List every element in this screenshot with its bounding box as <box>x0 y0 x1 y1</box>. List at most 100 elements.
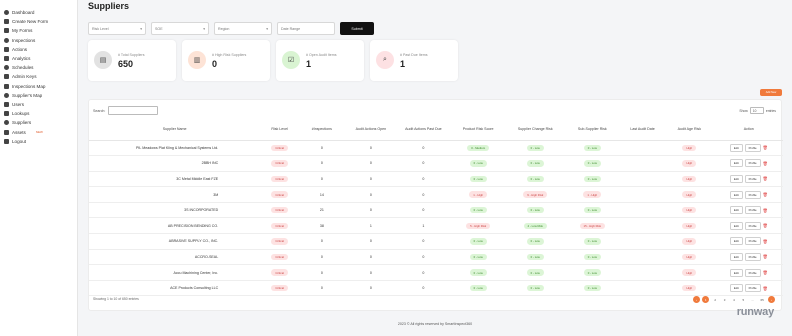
supplier-name[interactable]: 3M <box>89 186 261 203</box>
sub-supplier-risk-cell: 0 - Low <box>563 249 621 266</box>
column-header[interactable]: Action <box>714 120 783 141</box>
stat-cards: ▤ # Total Suppliers 650 ▥ # High Risk Suppli… <box>88 40 458 81</box>
column-header[interactable]: Supplier Name <box>89 120 261 141</box>
profile-button[interactable]: Profile <box>744 143 761 152</box>
profile-button[interactable]: Profile <box>744 174 761 183</box>
prev-page-button[interactable]: ‹ <box>692 296 700 303</box>
sidebar-item-assets[interactable]: Assets NEW <box>0 127 77 136</box>
row-actions: Edit Profile 🗑 <box>729 284 768 293</box>
profile-button[interactable]: Profile <box>744 221 761 230</box>
page-button[interactable]: 2 <box>712 296 719 303</box>
next-page-button[interactable]: › <box>768 296 775 303</box>
product-risk-badge: 0 - Low <box>469 238 487 245</box>
page-button[interactable]: 3 <box>721 296 728 303</box>
sidebar-item-actions[interactable]: Actions <box>0 45 77 54</box>
column-header[interactable]: Last Audit Date <box>620 120 665 141</box>
page-button[interactable]: 1 <box>702 296 710 303</box>
search-input[interactable] <box>108 106 159 115</box>
edit-button[interactable]: Edit <box>729 268 743 277</box>
sidebar-item-analytics[interactable]: Analytics <box>0 54 77 63</box>
edit-button[interactable]: Edit <box>729 252 743 261</box>
column-header[interactable]: Audit Actions Open <box>344 120 398 141</box>
sidebar-item-supplier-s-map[interactable]: Supplier's Map <box>0 91 77 100</box>
profile-button[interactable]: Profile <box>744 237 761 246</box>
supplier-name[interactable]: ABRASIVE SUPPLY CO., INC. <box>89 233 261 250</box>
supplier-name[interactable]: ACCRO-SEAL <box>89 249 261 266</box>
trash-icon[interactable]: 🗑 <box>763 223 768 228</box>
trash-icon[interactable]: 🗑 <box>763 208 768 213</box>
sidebar-item-logout[interactable]: Logout <box>0 137 77 146</box>
sidebar-item-inspections[interactable]: Inspections <box>0 36 77 45</box>
profile-button[interactable]: Profile <box>744 284 761 293</box>
column-header[interactable]: Audit Age Risk <box>664 120 715 141</box>
sidebar-item-schedules[interactable]: Schedules <box>0 63 77 72</box>
page-button[interactable]: 5 <box>740 296 747 303</box>
supplier-name[interactable]: AB PRECISION BENDING CO. <box>89 217 261 235</box>
profile-button[interactable]: Profile <box>744 268 761 277</box>
column-header[interactable]: Product Risk Score <box>449 120 507 141</box>
profile-button[interactable]: Profile <box>744 159 761 168</box>
supplier-name[interactable]: Accu Machining Center, Inc. <box>89 264 261 281</box>
risk-level-label: Risk Level <box>92 26 109 31</box>
edit-button[interactable]: Edit <box>729 284 743 293</box>
profile-button[interactable]: Profile <box>744 190 761 199</box>
trash-icon[interactable]: 🗑 <box>763 145 768 150</box>
supplier-name[interactable]: PIL Meadows Plat Kling & Mechanical Syst… <box>89 140 261 157</box>
edit-button[interactable]: Edit <box>729 206 743 215</box>
date-range-input[interactable]: Date Range <box>277 22 335 35</box>
table-row: AB PRECISION BENDING CO. Critical 38 1 1 5 - … <box>89 217 783 235</box>
column-header[interactable]: Sub-Supplier Risk <box>563 120 621 141</box>
risk-level-cell: Critical <box>260 217 299 235</box>
edit-button[interactable]: Edit <box>729 221 743 230</box>
sidebar-item-users[interactable]: Users <box>0 100 77 109</box>
add-new-button[interactable]: Add New <box>760 89 782 96</box>
region-select[interactable]: Region ▾ <box>214 22 272 35</box>
trash-icon[interactable]: 🗑 <box>763 161 768 166</box>
column-header[interactable]: Supplier Change Risk <box>506 120 564 141</box>
supplier-name[interactable]: 3C Metal Middle East FZE <box>89 171 261 188</box>
soe-select[interactable]: SOE ▾ <box>151 22 209 35</box>
sidebar-item-inspections-map[interactable]: Inspections Map <box>0 82 77 91</box>
sidebar-item-suppliers[interactable]: Suppliers <box>0 118 77 127</box>
edit-button[interactable]: Edit <box>729 143 743 152</box>
supplier-name[interactable]: 3S INCORPORATED <box>89 202 261 219</box>
column-header[interactable]: Risk Level <box>260 120 299 141</box>
page-button[interactable]: 4 <box>730 296 737 303</box>
trash-icon[interactable]: 🗑 <box>763 286 768 291</box>
pencil-icon <box>4 46 9 52</box>
submit-button[interactable]: Submit <box>340 22 374 35</box>
change-risk-badge: 0 - Low <box>526 175 544 183</box>
sub-supplier-risk-cell: 0 - Low <box>563 155 621 172</box>
sidebar-item-create-new-form[interactable]: Create New Form <box>0 17 77 26</box>
trash-icon[interactable]: 🗑 <box>763 239 768 244</box>
sidebar-item-dashboard[interactable]: Dashboard <box>0 8 77 17</box>
open-count: 0 <box>344 264 398 281</box>
edit-button[interactable]: Edit <box>729 174 743 183</box>
edit-button[interactable]: Edit <box>729 237 743 246</box>
edit-button[interactable]: Edit <box>729 190 743 199</box>
sub-supplier-risk-badge: 0 - Low <box>583 206 601 214</box>
column-header[interactable]: #Inspections <box>299 120 345 141</box>
table-row: ACE Products Consulting LLC Critical 0 0 0 0 … <box>89 280 783 297</box>
trash-icon[interactable]: 🗑 <box>763 270 768 275</box>
profile-button[interactable]: Profile <box>744 206 761 215</box>
change-risk-cell: 4 - Low Risk <box>506 217 564 235</box>
supplier-name[interactable]: ACE Products Consulting LLC <box>89 280 261 297</box>
audit-age-risk-cell: High <box>664 155 715 172</box>
trash-icon[interactable]: 🗑 <box>763 254 768 259</box>
sidebar-item-my-forms[interactable]: My Forms <box>0 26 77 35</box>
table-header: Supplier Name Risk Level #Inspections Audit… <box>89 120 783 141</box>
sidebar-item-lookups[interactable]: Lookups <box>0 109 77 118</box>
edit-button[interactable]: Edit <box>729 159 743 168</box>
page-button[interactable]: 65 <box>759 296 766 303</box>
trash-icon[interactable]: 🗑 <box>763 192 768 197</box>
page-size-select[interactable]: 10 <box>749 107 764 114</box>
sidebar-item-admin-keys[interactable]: Admin Keys <box>0 72 77 81</box>
page-button: ... <box>751 297 754 302</box>
profile-button[interactable]: Profile <box>744 252 761 261</box>
column-header[interactable]: Audit Actions Past Due <box>397 120 450 141</box>
supplier-name[interactable]: 2BBH INC <box>89 155 261 172</box>
checklist-icon: ☑ <box>282 51 300 69</box>
risk-level-select[interactable]: Risk Level ▾ <box>88 22 146 35</box>
trash-icon[interactable]: 🗑 <box>763 176 768 181</box>
